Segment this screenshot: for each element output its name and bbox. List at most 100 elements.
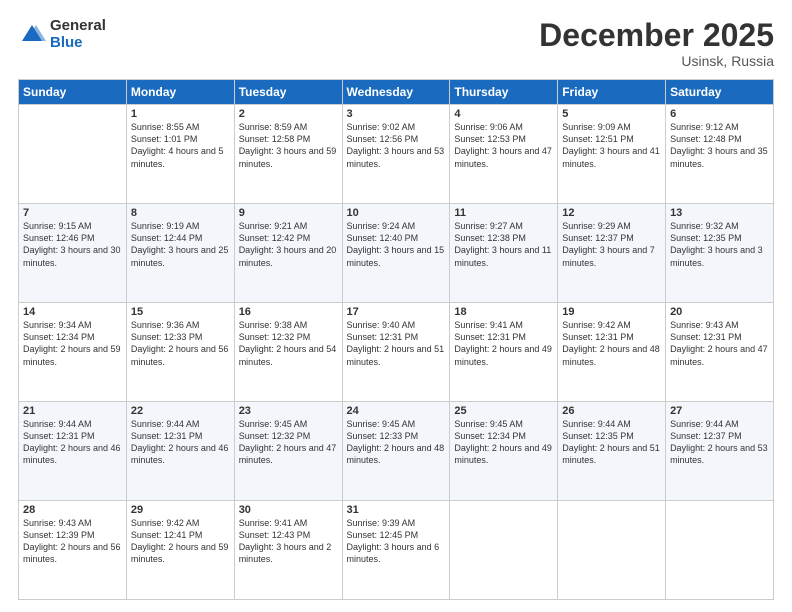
cell-text-2-3: Sunrise: 9:40 AM Sunset: 12:31 PM Daylig…: [347, 319, 446, 368]
cell-1-6: 13Sunrise: 9:32 AM Sunset: 12:35 PM Dayl…: [666, 204, 774, 303]
day-number-2-2: 16: [239, 306, 338, 318]
day-number-2-0: 14: [23, 306, 122, 318]
cell-3-0: 21Sunrise: 9:44 AM Sunset: 12:31 PM Dayl…: [19, 402, 127, 501]
col-wednesday: Wednesday: [342, 80, 450, 105]
cell-0-2: 2Sunrise: 8:59 AM Sunset: 12:58 PM Dayli…: [234, 105, 342, 204]
day-number-2-4: 18: [454, 306, 553, 318]
day-number-0-1: 1: [131, 108, 230, 120]
location-subtitle: Usinsk, Russia: [539, 53, 774, 69]
logo-text: General Blue: [50, 18, 106, 51]
day-number-2-5: 19: [562, 306, 661, 318]
day-number-2-3: 17: [347, 306, 446, 318]
day-number-3-0: 21: [23, 405, 122, 417]
day-number-4-3: 31: [347, 504, 446, 516]
cell-text-2-1: Sunrise: 9:36 AM Sunset: 12:33 PM Daylig…: [131, 319, 230, 368]
cell-text-1-5: Sunrise: 9:29 AM Sunset: 12:37 PM Daylig…: [562, 220, 661, 269]
header: General Blue December 2025 Usinsk, Russi…: [18, 18, 774, 69]
cell-text-2-5: Sunrise: 9:42 AM Sunset: 12:31 PM Daylig…: [562, 319, 661, 368]
cell-3-6: 27Sunrise: 9:44 AM Sunset: 12:37 PM Dayl…: [666, 402, 774, 501]
cell-4-2: 30Sunrise: 9:41 AM Sunset: 12:43 PM Dayl…: [234, 501, 342, 600]
day-number-3-5: 26: [562, 405, 661, 417]
col-saturday: Saturday: [666, 80, 774, 105]
cell-text-1-1: Sunrise: 9:19 AM Sunset: 12:44 PM Daylig…: [131, 220, 230, 269]
day-number-4-2: 30: [239, 504, 338, 516]
week-row-2: 14Sunrise: 9:34 AM Sunset: 12:34 PM Dayl…: [19, 303, 774, 402]
cell-text-4-0: Sunrise: 9:43 AM Sunset: 12:39 PM Daylig…: [23, 517, 122, 566]
day-number-4-0: 28: [23, 504, 122, 516]
logo-general-label: General: [50, 18, 106, 35]
day-number-0-4: 4: [454, 108, 553, 120]
cell-text-1-0: Sunrise: 9:15 AM Sunset: 12:46 PM Daylig…: [23, 220, 122, 269]
cell-text-2-2: Sunrise: 9:38 AM Sunset: 12:32 PM Daylig…: [239, 319, 338, 368]
col-monday: Monday: [126, 80, 234, 105]
cell-text-0-2: Sunrise: 8:59 AM Sunset: 12:58 PM Daylig…: [239, 121, 338, 170]
col-friday: Friday: [558, 80, 666, 105]
cell-1-3: 10Sunrise: 9:24 AM Sunset: 12:40 PM Dayl…: [342, 204, 450, 303]
cell-1-5: 12Sunrise: 9:29 AM Sunset: 12:37 PM Dayl…: [558, 204, 666, 303]
cell-4-5: [558, 501, 666, 600]
cell-text-0-3: Sunrise: 9:02 AM Sunset: 12:56 PM Daylig…: [347, 121, 446, 170]
cell-4-4: [450, 501, 558, 600]
cell-text-2-0: Sunrise: 9:34 AM Sunset: 12:34 PM Daylig…: [23, 319, 122, 368]
col-tuesday: Tuesday: [234, 80, 342, 105]
cell-text-4-2: Sunrise: 9:41 AM Sunset: 12:43 PM Daylig…: [239, 517, 338, 566]
cell-text-0-1: Sunrise: 8:55 AM Sunset: 1:01 PM Dayligh…: [131, 121, 230, 170]
cell-text-1-3: Sunrise: 9:24 AM Sunset: 12:40 PM Daylig…: [347, 220, 446, 269]
cell-2-1: 15Sunrise: 9:36 AM Sunset: 12:33 PM Dayl…: [126, 303, 234, 402]
cell-0-5: 5Sunrise: 9:09 AM Sunset: 12:51 PM Dayli…: [558, 105, 666, 204]
week-row-4: 28Sunrise: 9:43 AM Sunset: 12:39 PM Dayl…: [19, 501, 774, 600]
day-number-1-1: 8: [131, 207, 230, 219]
cell-3-1: 22Sunrise: 9:44 AM Sunset: 12:31 PM Dayl…: [126, 402, 234, 501]
cell-text-0-5: Sunrise: 9:09 AM Sunset: 12:51 PM Daylig…: [562, 121, 661, 170]
cell-3-2: 23Sunrise: 9:45 AM Sunset: 12:32 PM Dayl…: [234, 402, 342, 501]
day-number-1-3: 10: [347, 207, 446, 219]
cell-3-3: 24Sunrise: 9:45 AM Sunset: 12:33 PM Dayl…: [342, 402, 450, 501]
cell-2-4: 18Sunrise: 9:41 AM Sunset: 12:31 PM Dayl…: [450, 303, 558, 402]
page: General Blue December 2025 Usinsk, Russi…: [0, 0, 792, 612]
cell-text-4-1: Sunrise: 9:42 AM Sunset: 12:41 PM Daylig…: [131, 517, 230, 566]
day-number-0-5: 5: [562, 108, 661, 120]
col-thursday: Thursday: [450, 80, 558, 105]
cell-text-0-6: Sunrise: 9:12 AM Sunset: 12:48 PM Daylig…: [670, 121, 769, 170]
day-number-1-6: 13: [670, 207, 769, 219]
title-block: December 2025 Usinsk, Russia: [539, 18, 774, 69]
week-row-0: 1Sunrise: 8:55 AM Sunset: 1:01 PM Daylig…: [19, 105, 774, 204]
day-number-0-2: 2: [239, 108, 338, 120]
cell-1-2: 9Sunrise: 9:21 AM Sunset: 12:42 PM Dayli…: [234, 204, 342, 303]
logo-blue-label: Blue: [50, 35, 106, 52]
day-number-0-3: 3: [347, 108, 446, 120]
cell-text-3-5: Sunrise: 9:44 AM Sunset: 12:35 PM Daylig…: [562, 418, 661, 467]
cell-text-3-0: Sunrise: 9:44 AM Sunset: 12:31 PM Daylig…: [23, 418, 122, 467]
day-number-1-5: 12: [562, 207, 661, 219]
cell-0-3: 3Sunrise: 9:02 AM Sunset: 12:56 PM Dayli…: [342, 105, 450, 204]
day-number-3-1: 22: [131, 405, 230, 417]
cell-text-2-4: Sunrise: 9:41 AM Sunset: 12:31 PM Daylig…: [454, 319, 553, 368]
cell-3-4: 25Sunrise: 9:45 AM Sunset: 12:34 PM Dayl…: [450, 402, 558, 501]
day-number-1-4: 11: [454, 207, 553, 219]
cell-text-2-6: Sunrise: 9:43 AM Sunset: 12:31 PM Daylig…: [670, 319, 769, 368]
cell-text-3-2: Sunrise: 9:45 AM Sunset: 12:32 PM Daylig…: [239, 418, 338, 467]
cell-3-5: 26Sunrise: 9:44 AM Sunset: 12:35 PM Dayl…: [558, 402, 666, 501]
cell-4-1: 29Sunrise: 9:42 AM Sunset: 12:41 PM Dayl…: [126, 501, 234, 600]
cell-text-1-6: Sunrise: 9:32 AM Sunset: 12:35 PM Daylig…: [670, 220, 769, 269]
day-number-3-2: 23: [239, 405, 338, 417]
cell-text-1-2: Sunrise: 9:21 AM Sunset: 12:42 PM Daylig…: [239, 220, 338, 269]
cell-1-0: 7Sunrise: 9:15 AM Sunset: 12:46 PM Dayli…: [19, 204, 127, 303]
day-number-0-6: 6: [670, 108, 769, 120]
cell-2-6: 20Sunrise: 9:43 AM Sunset: 12:31 PM Dayl…: [666, 303, 774, 402]
cell-0-1: 1Sunrise: 8:55 AM Sunset: 1:01 PM Daylig…: [126, 105, 234, 204]
week-row-1: 7Sunrise: 9:15 AM Sunset: 12:46 PM Dayli…: [19, 204, 774, 303]
day-number-2-6: 20: [670, 306, 769, 318]
cell-4-3: 31Sunrise: 9:39 AM Sunset: 12:45 PM Dayl…: [342, 501, 450, 600]
day-number-1-0: 7: [23, 207, 122, 219]
cell-text-3-6: Sunrise: 9:44 AM Sunset: 12:37 PM Daylig…: [670, 418, 769, 467]
day-number-3-6: 27: [670, 405, 769, 417]
cell-2-5: 19Sunrise: 9:42 AM Sunset: 12:31 PM Dayl…: [558, 303, 666, 402]
cell-4-0: 28Sunrise: 9:43 AM Sunset: 12:39 PM Dayl…: [19, 501, 127, 600]
day-number-4-1: 29: [131, 504, 230, 516]
cell-2-2: 16Sunrise: 9:38 AM Sunset: 12:32 PM Dayl…: [234, 303, 342, 402]
cell-text-1-4: Sunrise: 9:27 AM Sunset: 12:38 PM Daylig…: [454, 220, 553, 269]
day-number-3-3: 24: [347, 405, 446, 417]
cell-2-0: 14Sunrise: 9:34 AM Sunset: 12:34 PM Dayl…: [19, 303, 127, 402]
cell-text-3-4: Sunrise: 9:45 AM Sunset: 12:34 PM Daylig…: [454, 418, 553, 467]
